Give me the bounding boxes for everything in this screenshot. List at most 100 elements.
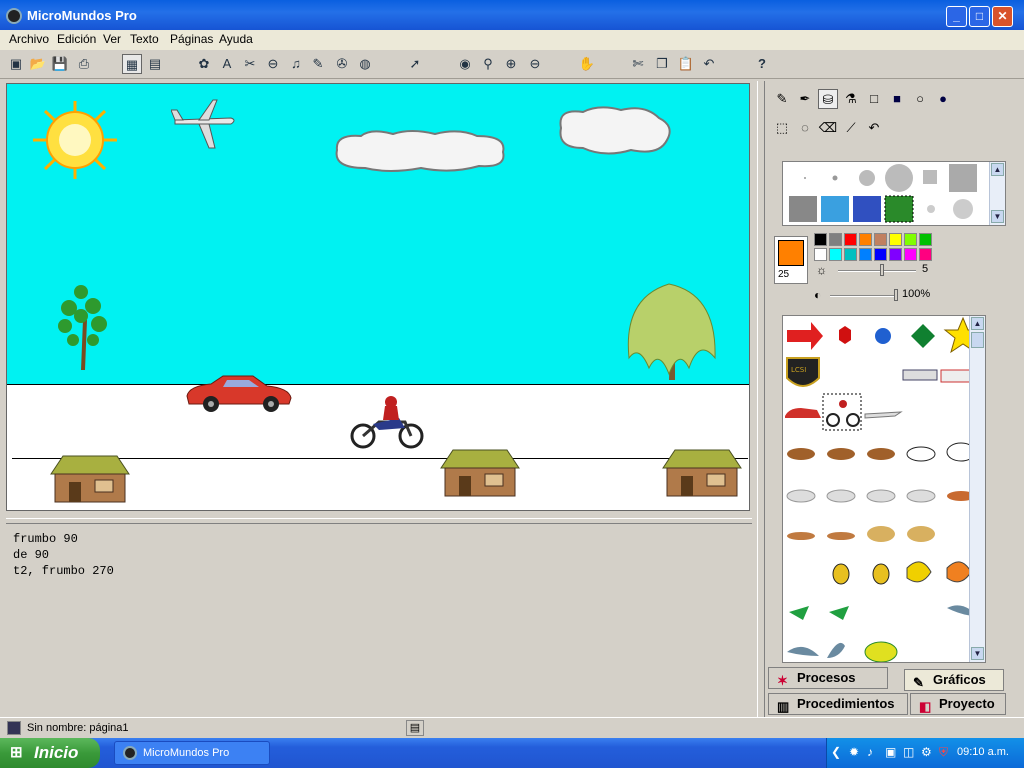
procedures-view-icon[interactable]: ▤ bbox=[145, 54, 165, 74]
print-icon[interactable]: ⎙ bbox=[74, 54, 94, 74]
tray-app-icon[interactable]: ⚙ bbox=[921, 745, 932, 759]
palette-color[interactable] bbox=[919, 233, 932, 246]
drawing-stage[interactable] bbox=[6, 83, 750, 511]
palette-color[interactable] bbox=[829, 233, 842, 246]
pointer-icon[interactable]: ➚ bbox=[405, 54, 425, 74]
tab-procedimientos[interactable]: ▥ Procedimientos bbox=[768, 693, 908, 715]
open-icon[interactable]: 📂 bbox=[28, 54, 48, 74]
zoom-in-icon[interactable]: ⊕ bbox=[501, 54, 521, 74]
tab-graficos[interactable]: ✎ Gráficos bbox=[904, 669, 1004, 691]
pencil-icon[interactable]: ✎ bbox=[772, 89, 792, 109]
scroll-thumb[interactable] bbox=[971, 332, 984, 348]
brush-picker[interactable]: ▲ ▼ bbox=[782, 161, 1006, 226]
zoom-out-icon[interactable]: ⊖ bbox=[525, 54, 545, 74]
command-center[interactable]: frumbo 90 de 90 t2, frumbo 270 bbox=[6, 525, 752, 715]
palette-color[interactable] bbox=[874, 248, 887, 261]
paint-undo-icon[interactable]: ↶ bbox=[864, 118, 884, 138]
scroll-up-icon[interactable]: ▲ bbox=[971, 317, 984, 330]
palette-color[interactable] bbox=[859, 233, 872, 246]
brightness-thumb[interactable] bbox=[880, 264, 884, 276]
start-button[interactable]: ⊞ Inicio bbox=[0, 738, 100, 768]
scroll-down-icon[interactable]: ▼ bbox=[991, 210, 1004, 223]
filled-rectangle-icon[interactable]: ■ bbox=[887, 89, 907, 109]
copy-icon[interactable]: ❐ bbox=[652, 54, 672, 74]
minimize-button[interactable]: _ bbox=[946, 6, 967, 27]
cloud-sprite-2[interactable] bbox=[555, 104, 675, 158]
save-icon[interactable]: 💾 bbox=[50, 54, 70, 74]
eraser-icon[interactable]: ⌫ bbox=[818, 118, 838, 138]
command-center-toggle-icon[interactable]: ▤ bbox=[406, 720, 424, 736]
filled-ellipse-icon[interactable]: ● bbox=[933, 89, 953, 109]
palette-color[interactable] bbox=[889, 233, 902, 246]
palette-color[interactable] bbox=[814, 233, 827, 246]
menu-ver[interactable]: Ver bbox=[103, 32, 121, 46]
stamp-icon[interactable]: ⚲ bbox=[478, 54, 498, 74]
help-icon[interactable]: ? bbox=[752, 54, 772, 74]
transparency-slider[interactable] bbox=[830, 295, 898, 297]
palette-color[interactable] bbox=[904, 233, 917, 246]
eye-icon[interactable]: ◉ bbox=[455, 54, 475, 74]
palette-color[interactable] bbox=[889, 248, 902, 261]
current-color-swatch[interactable]: 25 bbox=[774, 236, 808, 284]
eyedropper-icon[interactable]: ⟋ bbox=[841, 118, 861, 138]
spray-icon[interactable]: ⚗ bbox=[841, 89, 861, 109]
shapes-gallery[interactable]: LCSI ▲ ▼ bbox=[782, 315, 986, 663]
slider-icon[interactable]: ⊖ bbox=[263, 54, 283, 74]
brightness-slider[interactable] bbox=[838, 270, 916, 272]
menu-edicion[interactable]: Edición bbox=[57, 32, 96, 46]
house-sprite-2[interactable] bbox=[439, 446, 521, 498]
text-box-icon[interactable]: A bbox=[217, 54, 237, 74]
stop-icon[interactable]: ✋ bbox=[577, 54, 597, 74]
palette-color[interactable] bbox=[904, 248, 917, 261]
close-button[interactable]: ✕ bbox=[992, 6, 1013, 27]
scroll-down-icon[interactable]: ▼ bbox=[971, 647, 984, 660]
tree-sprite[interactable] bbox=[53, 280, 113, 372]
graphics-view-icon[interactable]: ▦ bbox=[122, 54, 142, 74]
cloud-sprite-1[interactable] bbox=[331, 128, 511, 174]
motorcycle-sprite[interactable] bbox=[349, 394, 425, 450]
new-page-icon[interactable]: ▣ bbox=[6, 54, 26, 74]
tray-shield-icon[interactable]: ⛨ bbox=[939, 745, 948, 760]
rectangle-icon[interactable]: □ bbox=[864, 89, 884, 109]
tab-proyecto[interactable]: ◧ Proyecto bbox=[910, 693, 1006, 715]
tray-monitor-icon[interactable]: ◫ bbox=[903, 745, 914, 759]
menu-archivo[interactable]: Archivo bbox=[9, 32, 49, 46]
pane-splitter[interactable] bbox=[6, 518, 752, 524]
sun-sprite[interactable] bbox=[29, 99, 121, 181]
tray-expand-icon[interactable]: ❮ bbox=[831, 745, 841, 759]
scroll-up-icon[interactable]: ▲ bbox=[991, 163, 1004, 176]
palette-color[interactable] bbox=[844, 233, 857, 246]
paste-icon[interactable]: 📋 bbox=[676, 54, 696, 74]
select-icon[interactable]: ⬚ bbox=[772, 118, 792, 138]
palette-color[interactable] bbox=[814, 248, 827, 261]
palette-color[interactable] bbox=[874, 233, 887, 246]
palette-color[interactable] bbox=[859, 248, 872, 261]
music-icon[interactable]: ♫ bbox=[286, 54, 306, 74]
tray-display-icon[interactable]: ▣ bbox=[885, 745, 896, 759]
palette-color[interactable] bbox=[829, 248, 842, 261]
button-icon[interactable]: ✂ bbox=[240, 54, 260, 74]
maximize-button[interactable]: □ bbox=[969, 6, 990, 27]
new-turtle-icon[interactable]: ✿ bbox=[194, 54, 214, 74]
willow-tree-sprite[interactable] bbox=[619, 278, 723, 382]
title-bar[interactable]: MicroMundos Pro _ □ ✕ bbox=[0, 0, 1024, 30]
color-palette[interactable] bbox=[814, 233, 934, 261]
tab-procesos[interactable]: ✶ Procesos bbox=[768, 667, 888, 689]
record-sound-icon[interactable]: ✎ bbox=[308, 54, 328, 74]
palette-color[interactable] bbox=[919, 248, 932, 261]
tray-audio-icon[interactable]: ♪ bbox=[867, 745, 873, 759]
fill-bucket-icon[interactable]: ⛁ bbox=[818, 89, 838, 109]
palette-color[interactable] bbox=[844, 248, 857, 261]
undo-icon[interactable]: ↶ bbox=[699, 54, 719, 74]
lasso-icon[interactable]: ◌ bbox=[795, 118, 815, 138]
link-icon[interactable]: ◍ bbox=[355, 54, 375, 74]
menu-texto[interactable]: Texto bbox=[130, 32, 159, 46]
menu-ayuda[interactable]: Ayuda bbox=[219, 32, 253, 46]
red-car-sprite[interactable] bbox=[183, 374, 295, 414]
airplane-sprite[interactable] bbox=[171, 98, 237, 150]
menu-paginas[interactable]: Páginas bbox=[170, 32, 213, 46]
brush-icon[interactable]: ✒ bbox=[795, 89, 815, 109]
brush-scrollbar[interactable]: ▲ ▼ bbox=[989, 162, 1005, 225]
cut-icon[interactable]: ✄ bbox=[628, 54, 648, 74]
taskbar-app-button[interactable]: MicroMundos Pro bbox=[114, 741, 270, 765]
